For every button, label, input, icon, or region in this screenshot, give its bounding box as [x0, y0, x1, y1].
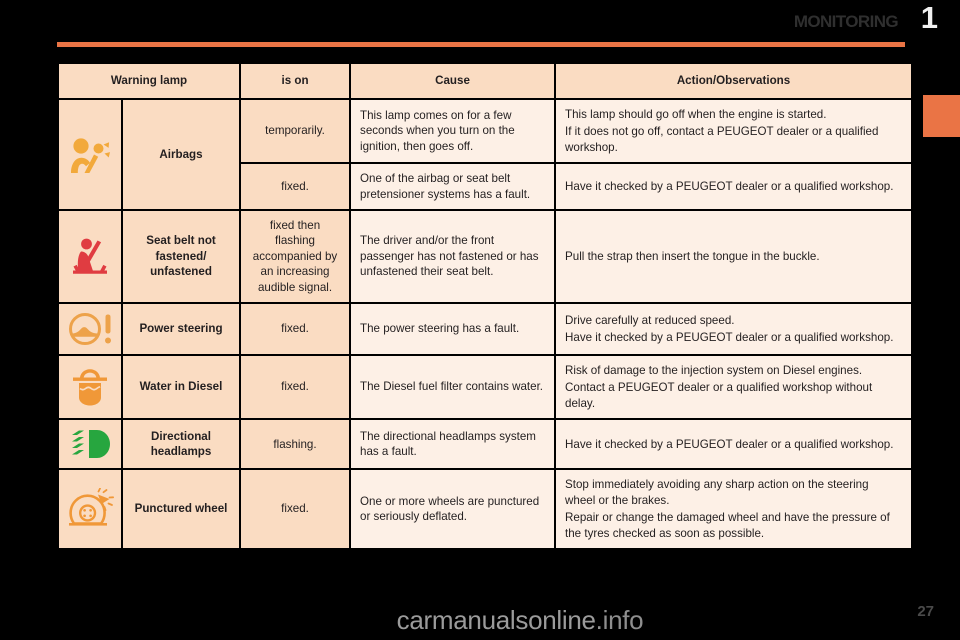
warning-lamp-action: Have it checked by a PEUGEOT dealer or a… — [556, 164, 912, 210]
warning-lamp-name: Airbags — [123, 100, 240, 210]
warning-lamp-cause: One of the airbag or seat belt pretensio… — [351, 164, 555, 210]
warning-lamp-state: fixed. — [241, 470, 350, 548]
action-line: Drive carefully at reduced speed. — [565, 313, 735, 327]
action-line: Have it checked by a PEUGEOT dealer or a… — [565, 331, 894, 345]
warning-lamp-action: This lamp should go off when the engine … — [556, 100, 912, 163]
seat-belt-icon — [73, 238, 107, 274]
warning-lamp-cause: This lamp comes on for a few seconds whe… — [351, 100, 555, 163]
warning-lamp-name: Punctured wheel — [123, 470, 240, 548]
warning-lamp-icon-cell — [59, 100, 121, 210]
table-row: Seat belt not fastened/ unfastened fixed … — [59, 211, 912, 303]
action-line: This lamp should go off when the engine … — [565, 108, 827, 121]
chapter-title: MONITORING — [793, 12, 899, 31]
warning-lamp-state: flashing. — [241, 420, 350, 469]
table-body: Airbags temporarily. This lamp comes on fo… — [59, 100, 912, 548]
warning-lamp-action: Risk of damage to the injection system o… — [556, 356, 912, 419]
warning-lamp-icon-cell — [59, 356, 121, 419]
table-row: Water in Diesel fixed. The Diesel fuel fil… — [59, 356, 912, 419]
chapter-bookmark-tab — [923, 95, 960, 137]
watermark-tld: .info — [595, 605, 644, 635]
chapter-number: 1 — [920, 0, 938, 35]
warning-lamp-state: temporarily. — [241, 100, 350, 163]
table-header: Warning lamp is on Cause Action/Observat… — [59, 64, 912, 98]
warning-lamp-name: Water in Diesel — [123, 356, 240, 419]
warning-lamp-state: fixed. — [241, 164, 350, 210]
warning-lamp-icon-cell — [59, 211, 121, 303]
column-header-action: Action/Observations — [556, 64, 912, 98]
warning-lamp-state: fixed. — [241, 356, 350, 419]
action-line: Repair or change the damaged wheel and h… — [565, 511, 890, 540]
punctured-wheel-icon — [69, 488, 114, 526]
warning-lamp-table: Warning lamp is on Cause Action/Observat… — [57, 62, 913, 550]
page-number: 27 — [917, 603, 934, 620]
warning-lamp-cause: The power steering has a fault. — [351, 304, 555, 355]
warning-lamp-cause: The driver and/or the front passenger ha… — [351, 211, 555, 303]
column-header-cause: Cause — [351, 64, 555, 98]
column-header-warning-lamp: Warning lamp — [59, 64, 240, 98]
action-line: Have it checked by a PEUGEOT dealer or a… — [565, 179, 894, 193]
warning-lamp-icon-cell — [59, 420, 121, 469]
table-row: Power steering fixed. The power steering h… — [59, 304, 912, 355]
action-line: Risk of damage to the injection system o… — [565, 364, 863, 378]
action-line: Stop immediately avoiding any sharp acti… — [565, 478, 869, 507]
warning-lamp-state: fixed then flashing accompanied by an in… — [241, 211, 350, 303]
watermark-text: carmanualsonline — [396, 605, 596, 635]
manual-page: MONITORING 1 Warning lamp is on Cause Ac… — [0, 0, 960, 640]
warning-lamp-cause: The directional headlamps system has a f… — [351, 420, 555, 469]
warning-lamp-name: Seat belt not fastened/ unfastened — [123, 211, 240, 303]
warning-lamp-action: Pull the strap then insert the tongue in… — [556, 211, 912, 303]
action-line: Pull the strap then insert the tongue in… — [565, 249, 820, 263]
warning-lamp-state: fixed. — [241, 304, 350, 355]
table-row: Directional headlamps flashing. The direct… — [59, 420, 912, 469]
power-steering-icon — [69, 313, 111, 346]
action-line: Contact a PEUGEOT dealer or a qualified … — [565, 381, 873, 410]
column-header-is-on: is on — [241, 64, 350, 98]
warning-lamp-name: Power steering — [123, 304, 240, 355]
warning-lamp-action: Have it checked by a PEUGEOT dealer or a… — [556, 420, 912, 469]
warning-lamp-table-wrapper: Warning lamp is on Cause Action/Observat… — [57, 62, 912, 550]
page-header: MONITORING 1 — [0, 0, 960, 33]
warning-lamp-name: Directional headlamps — [123, 420, 240, 469]
warning-lamp-icon-cell — [59, 470, 121, 548]
table-row: Airbags temporarily. This lamp comes on fo… — [59, 100, 912, 210]
warning-lamp-action: Stop immediately avoiding any sharp acti… — [556, 470, 912, 548]
cause-line: One of the airbag or seat belt pretensio… — [360, 172, 531, 201]
table-row: Punctured wheel fixed. One or more wheels … — [59, 470, 912, 548]
site-watermark: carmanualsonline.info — [0, 605, 960, 636]
water-in-diesel-icon — [73, 369, 107, 406]
header-rule — [57, 42, 905, 47]
warning-lamp-cause: One or more wheels are punctured or seri… — [351, 470, 555, 548]
cause-line: The Diesel fuel filter contains water. — [360, 380, 544, 394]
airbag-icon — [71, 137, 110, 173]
warning-lamp-cause: The Diesel fuel filter contains water. — [351, 356, 555, 419]
cause-line: One or more wheels are punctured or seri… — [360, 494, 540, 524]
action-line: If it does not go off, contact a PEUGEOT… — [565, 125, 879, 154]
warning-lamp-action: Drive carefully at reduced speed. Have it… — [556, 304, 912, 355]
action-line: Have it checked by a PEUGEOT dealer or a… — [565, 437, 894, 451]
directional-headlamps-icon — [72, 430, 110, 459]
warning-lamp-icon-cell — [59, 304, 121, 355]
cause-line: The driver and/or the front passenger ha… — [360, 234, 539, 279]
cause-line: This lamp comes on for a few seconds whe… — [360, 109, 515, 153]
table-header-row: Warning lamp is on Cause Action/Observat… — [59, 64, 912, 98]
cause-line: The directional headlamps system has a f… — [360, 429, 536, 459]
cause-line: The power steering has a fault. — [360, 322, 520, 336]
